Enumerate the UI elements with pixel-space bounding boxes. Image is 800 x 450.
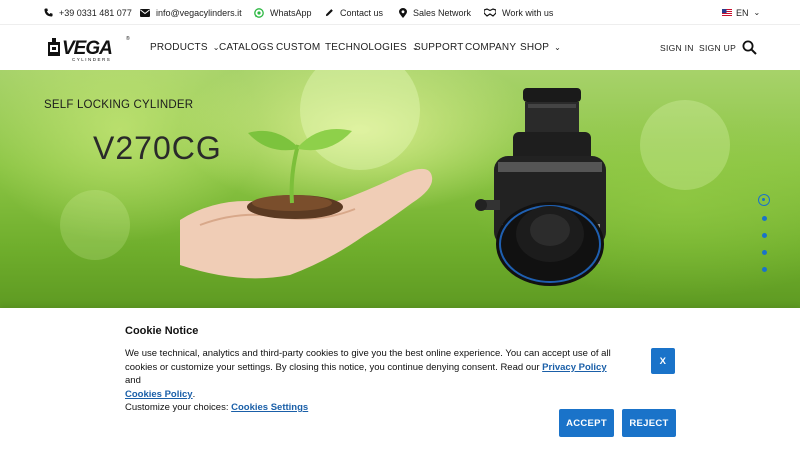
- phone-link[interactable]: +39 0331 481 077: [44, 0, 132, 25]
- envelope-icon: [140, 8, 150, 17]
- pencil-icon: [325, 9, 333, 17]
- slider-dot[interactable]: [762, 267, 767, 272]
- contact-label: Contact us: [340, 7, 384, 18]
- cylinder-product-image: [475, 88, 606, 286]
- reject-cookies-button[interactable]: REJECT: [622, 409, 676, 437]
- sign-in-link[interactable]: SIGN IN: [660, 25, 694, 70]
- logo-subtitle: CYLINDERS: [72, 57, 111, 62]
- nav-custom-label: CUSTOM: [276, 42, 321, 53]
- location-pin-icon: [399, 7, 407, 18]
- phone-icon: [44, 8, 53, 17]
- work-with-us-link[interactable]: Work with us: [484, 0, 553, 25]
- nav-catalogs-label: CATALOGS: [219, 42, 274, 53]
- cookie-text-part: We use technical, analytics and third-pa…: [125, 348, 611, 373]
- vega-logo[interactable]: VEGA ® CYLINDERS: [46, 32, 132, 62]
- close-cookie-button[interactable]: X: [651, 348, 675, 374]
- handshake-icon: [484, 8, 496, 17]
- nav-products-label: PRODUCTS: [150, 42, 208, 53]
- nav-products[interactable]: PRODUCTS ⌄: [150, 25, 220, 70]
- chevron-down-icon: ⌄: [753, 8, 761, 17]
- nav-support-label: SUPPORT: [414, 42, 464, 53]
- slider-dot[interactable]: [762, 233, 767, 238]
- nav-technologies[interactable]: TECHNOLOGIES ⌄: [325, 25, 419, 70]
- top-utility-bar: +39 0331 481 077 info@vegacylinders.it W…: [0, 0, 800, 25]
- nav-company-label: COMPANY: [465, 42, 517, 53]
- cookie-text-part: and: [125, 375, 141, 386]
- sign-up-link[interactable]: SIGN UP: [699, 25, 736, 70]
- customize-choices-text: Customize your choices:: [125, 402, 232, 413]
- chevron-down-icon: ⌄: [554, 43, 562, 52]
- email-link[interactable]: info@vegacylinders.it: [140, 0, 242, 25]
- language-selector[interactable]: EN ⌄: [722, 0, 760, 25]
- nav-shop[interactable]: SHOP ⌄: [520, 25, 561, 70]
- cookie-text-part: .: [192, 388, 196, 400]
- whatsapp-label: WhatsApp: [270, 7, 312, 18]
- hero-title: V270CG: [93, 130, 222, 166]
- whatsapp-icon: [254, 7, 264, 18]
- search-icon[interactable]: [742, 40, 757, 55]
- nav-technologies-label: TECHNOLOGIES: [325, 42, 407, 53]
- bokeh-light: [60, 190, 130, 260]
- cookie-notice-text: We use technical, analytics and third-pa…: [125, 347, 625, 415]
- cookie-notice-title: Cookie Notice: [125, 325, 199, 337]
- main-header: VEGA ® CYLINDERS PRODUCTS ⌄ CATALOGS CUS…: [0, 25, 800, 70]
- bokeh-light: [640, 100, 730, 190]
- hero-subtitle: SELF LOCKING CYLINDER: [44, 99, 194, 111]
- cookies-policy-link[interactable]: Cookies Policy: [125, 389, 193, 400]
- cookie-notice-panel: Cookie Notice We use technical, analytic…: [0, 308, 800, 450]
- email-address: info@vegacylinders.it: [156, 7, 242, 18]
- work-with-us-label: Work with us: [502, 7, 554, 18]
- nav-catalogs[interactable]: CATALOGS: [219, 25, 274, 70]
- slider-dot[interactable]: [762, 250, 767, 255]
- nav-custom[interactable]: CUSTOM: [276, 25, 320, 70]
- us-flag-icon: [722, 9, 732, 16]
- nav-company[interactable]: COMPANY: [465, 25, 516, 70]
- sales-network-link[interactable]: Sales Network: [399, 0, 471, 25]
- language-label: EN: [736, 7, 749, 18]
- hero-slider: SELF LOCKING CYLINDER V270CG: [0, 70, 800, 308]
- logo-wordmark: VEGA: [62, 38, 112, 59]
- nav-shop-label: SHOP: [520, 42, 550, 53]
- phone-number: +39 0331 481 077: [59, 7, 132, 18]
- slider-dot[interactable]: [762, 216, 767, 221]
- nav-support[interactable]: SUPPORT: [414, 25, 464, 70]
- sales-network-label: Sales Network: [413, 7, 472, 18]
- svg-text:®: ®: [126, 35, 130, 42]
- sign-in-label: SIGN IN: [660, 42, 694, 53]
- slider-dot-active[interactable]: [758, 194, 770, 206]
- vega-logo-mark: VEGA ® CYLINDERS: [48, 35, 130, 62]
- whatsapp-link[interactable]: WhatsApp: [254, 0, 312, 25]
- cookies-settings-link[interactable]: Cookies Settings: [231, 402, 308, 413]
- accept-cookies-button[interactable]: ACCEPT: [559, 409, 614, 437]
- contact-link[interactable]: Contact us: [325, 0, 383, 25]
- privacy-policy-link[interactable]: Privacy Policy: [542, 362, 606, 373]
- sign-up-label: SIGN UP: [699, 42, 737, 53]
